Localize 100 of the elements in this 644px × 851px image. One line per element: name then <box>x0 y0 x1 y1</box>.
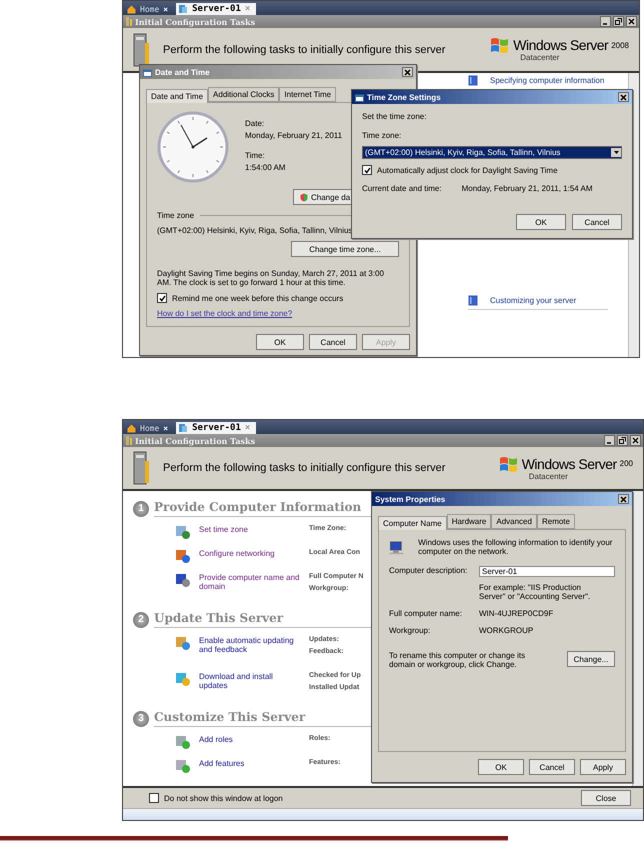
tab-label: Home <box>140 4 160 14</box>
field-label: Time zone: <box>362 131 402 140</box>
tab-label: Server-01 <box>192 423 241 433</box>
dialog-tab[interactable]: Internet Time <box>279 87 336 102</box>
tab-label: Home <box>140 424 160 432</box>
logo-version: 200 <box>620 459 633 468</box>
help-book-icon <box>468 75 478 86</box>
window-icon <box>143 68 152 76</box>
checkbox[interactable] <box>157 293 167 303</box>
time-value: 1:54:00 AM <box>245 163 286 172</box>
group-label: Time zone <box>157 211 194 220</box>
document-tab[interactable]: Server-01 × <box>176 3 256 15</box>
change-button[interactable]: Change... <box>567 651 615 667</box>
close-icon <box>404 68 411 76</box>
close-icon[interactable] <box>630 435 641 446</box>
checkbox[interactable] <box>149 793 159 803</box>
step-number: 3 <box>133 710 149 726</box>
tab-close[interactable]: × <box>163 4 168 14</box>
document-tab[interactable]: Home × <box>125 3 174 15</box>
reminder-option[interactable]: Remind me one week before this change occurs <box>157 293 399 303</box>
tab-close[interactable]: × <box>163 424 168 432</box>
date-label: Date: <box>245 119 266 128</box>
document-tab[interactable]: Server-01 × <box>176 422 256 434</box>
dialog-button[interactable]: Cancel <box>529 759 575 775</box>
horizontal-scrollbar[interactable] <box>123 808 643 820</box>
dialog-button[interactable]: Cancel <box>572 214 622 230</box>
task-link[interactable]: Configure networking <box>199 549 303 558</box>
task-icon <box>175 636 191 650</box>
intro-text: Windows uses the following information to identify your computer on the network. <box>418 538 614 556</box>
task-link[interactable]: Enable automatic updating and feedback <box>199 636 303 654</box>
window-title: Initial Configuration Tasks <box>135 16 256 26</box>
logo-text: Windows Server <box>513 37 608 53</box>
close-button[interactable] <box>402 67 413 77</box>
dialog-button[interactable]: OK <box>478 759 524 775</box>
example-text: For example: "IIS Production Server" or "Accounting Server". <box>479 583 592 601</box>
dialog-button[interactable]: Apply <box>580 759 626 775</box>
logo-version: 2008 <box>611 40 629 50</box>
task-link[interactable]: Add features <box>199 759 303 768</box>
minimize-icon[interactable] <box>604 435 615 446</box>
flag-logo-icon <box>498 456 519 472</box>
task-link[interactable]: Provide computer name and domain <box>199 573 303 591</box>
document-tab[interactable]: Home × <box>125 422 174 434</box>
dialog-button[interactable]: OK <box>516 214 566 230</box>
task-link[interactable]: Add roles <box>199 735 303 744</box>
window-title: Initial Configuration Tasks <box>135 436 256 446</box>
field-label: Computer description: <box>389 566 468 575</box>
logo-text: Windows Server <box>522 456 617 472</box>
tab-label: Server-01 <box>192 4 241 14</box>
server-icon <box>178 423 188 433</box>
server-tower-icon <box>133 451 151 485</box>
dialog-tab[interactable]: Computer Name <box>378 516 447 530</box>
dst-notice: Daylight Saving Time begins on Sunday, March 27, 2011 at 3:00 AM. The clock is set to go forward 1 hour at this time. <box>157 269 385 287</box>
auto-dst-option[interactable]: Automatically adjust clock for Daylight Saving Time <box>362 165 622 175</box>
help-link[interactable]: How do I set the clock and time zone? <box>157 309 399 318</box>
field-value: WORKGROUP <box>479 626 534 635</box>
current-time-label: Current date and time: <box>362 184 442 193</box>
help-link[interactable]: Customizing your server <box>468 295 608 310</box>
dialog-title: Date and Time <box>155 68 211 76</box>
field-value: WIN-4UJREP0CD9F <box>479 609 554 618</box>
description-field[interactable]: Server-01 <box>479 566 615 577</box>
task-icon <box>175 525 191 539</box>
close-button[interactable] <box>618 92 629 102</box>
dialog-tab[interactable]: Advanced <box>491 514 537 529</box>
dropdown-arrow-icon <box>614 151 618 154</box>
prompt-text: Set the time zone: <box>362 112 428 121</box>
logo-edition: Datacenter <box>528 472 568 480</box>
task-link[interactable]: Download and install updates <box>199 672 303 690</box>
clock-drawing <box>157 111 229 183</box>
close-icon[interactable] <box>626 16 637 27</box>
logon-option[interactable]: Do not show this window at logon <box>149 793 283 803</box>
restore-icon[interactable] <box>613 16 624 27</box>
flag-logo-icon <box>490 37 510 53</box>
close-button[interactable]: Close <box>581 790 631 806</box>
current-time-value: Monday, February 21, 2011, 1:54 AM <box>462 184 592 193</box>
dialog-tab[interactable]: Remote <box>536 514 575 529</box>
dialog-title: Time Zone Settings <box>367 92 442 102</box>
change-time-zone-button[interactable]: Change time zone... <box>291 241 399 257</box>
dialog-button[interactable]: OK <box>256 334 304 350</box>
checkbox[interactable] <box>362 165 372 175</box>
window-icon <box>355 92 364 102</box>
task-icon <box>175 759 191 773</box>
task-icon <box>175 735 191 749</box>
time-zone-select[interactable]: (GMT+02:00) Helsinki, Kyiv, Riga, Sofia, Tallinn, Vilnius <box>362 146 622 159</box>
step-number: 2 <box>133 612 149 628</box>
server-icon <box>178 4 188 14</box>
dialog-button[interactable]: Cancel <box>309 334 357 350</box>
header-text: Perform the following tasks to initially configure this server <box>163 44 446 56</box>
restore-icon[interactable] <box>617 435 628 446</box>
task-link[interactable]: Set time zone <box>199 525 303 534</box>
dialog-tab[interactable]: Date and Time <box>146 89 208 103</box>
close-icon <box>620 94 627 100</box>
field-label: Workgroup: <box>389 626 432 635</box>
minimize-icon[interactable] <box>600 16 611 27</box>
date-value: Monday, February 21, 2011 <box>245 131 342 140</box>
help-book-icon <box>468 295 478 306</box>
time-label: Time: <box>245 151 266 160</box>
dialog-tab[interactable]: Additional Clocks <box>208 87 280 102</box>
close-button[interactable] <box>618 494 629 504</box>
shield-icon <box>300 192 308 202</box>
dialog-tab[interactable]: Hardware <box>446 514 492 529</box>
